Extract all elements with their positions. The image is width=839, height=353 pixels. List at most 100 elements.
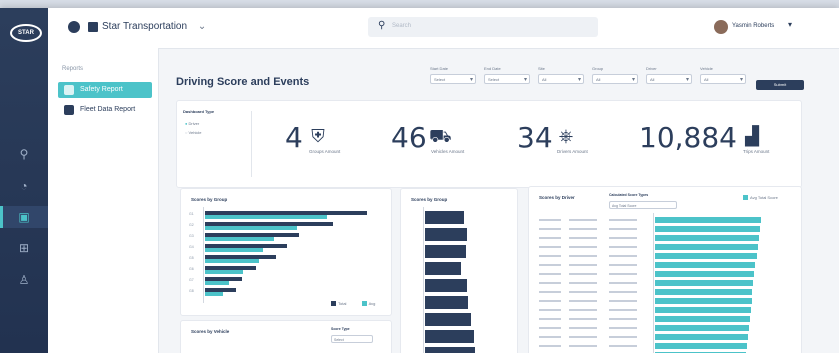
filter-label: Vehicle	[700, 66, 713, 71]
category-tick: G2	[189, 223, 194, 227]
company-selector[interactable]: Star Transportation ⌄	[102, 21, 206, 32]
radio-icon: ○	[185, 130, 188, 135]
chart-bar[interactable]	[425, 211, 464, 224]
score-type-dropdown[interactable]: Select	[331, 335, 373, 343]
category-tick: G4	[189, 245, 194, 249]
sidebar-item-safety-report[interactable]: Safety Report	[58, 82, 152, 98]
row-label-placeholder	[539, 237, 561, 239]
row-label-placeholder	[569, 336, 597, 338]
chart-bar[interactable]	[655, 235, 759, 241]
stat-groups: 4 ⛨ Groups Amount	[285, 121, 385, 175]
stat-label: Drivers Amount	[557, 149, 588, 154]
scores-by-group-vertical-card: Scores by Group	[400, 188, 518, 353]
row-label-placeholder	[609, 237, 637, 239]
chart-bar[interactable]	[655, 316, 751, 322]
filter-end-date[interactable]: End Date Select	[484, 66, 530, 85]
chart-bar[interactable]	[425, 228, 467, 241]
filter-label: Start Date	[430, 66, 449, 71]
radio-label: Vehicle	[188, 130, 202, 135]
route-icon[interactable]: ⚲	[16, 146, 32, 162]
submit-button[interactable]: Submit	[756, 80, 804, 90]
sidebar-item-label: Safety Report	[80, 86, 123, 93]
search-box[interactable]: ⚲ Search	[368, 17, 598, 37]
chart-bar[interactable]	[655, 217, 761, 223]
search-icon: ⚲	[378, 20, 386, 31]
chart-bar[interactable]	[655, 343, 747, 349]
panel-title: Scores by Group	[411, 197, 448, 202]
filter-start-date[interactable]: Start Date Select	[430, 66, 476, 85]
legend-label: Avg	[368, 301, 376, 306]
chart-bar[interactable]	[205, 292, 224, 296]
chart-bar[interactable]	[205, 215, 328, 219]
filter-select[interactable]: All	[700, 74, 746, 85]
row-label-placeholder	[539, 291, 561, 293]
user-name[interactable]: Yasmin Roberts	[732, 23, 774, 29]
stat-value: 10,884	[639, 121, 737, 154]
chart-bar[interactable]	[205, 237, 274, 241]
chart-bar[interactable]	[655, 226, 760, 232]
row-label-placeholder	[609, 219, 637, 221]
filter-select[interactable]: All	[592, 74, 638, 85]
chart-bar[interactable]	[425, 279, 467, 292]
chart-bar[interactable]	[425, 262, 462, 275]
chart-bar[interactable]	[655, 298, 753, 304]
panel-title: Scores by Driver	[539, 195, 575, 200]
filter-vehicle[interactable]: Vehicle All	[700, 66, 746, 85]
chart-bar[interactable]	[655, 244, 758, 250]
chart-bar[interactable]	[205, 226, 297, 230]
chart-bar[interactable]	[425, 245, 466, 258]
filter-group[interactable]: Group All	[592, 66, 638, 85]
category-tick: G1	[189, 212, 194, 216]
shield-icon: ⛨	[311, 126, 325, 146]
filter-select[interactable]: Select	[430, 74, 476, 85]
chart-bar[interactable]	[655, 262, 756, 268]
row-label-placeholder	[609, 246, 637, 248]
filter-select[interactable]: Select	[484, 74, 530, 85]
chart-bar[interactable]	[655, 334, 748, 340]
filter-site[interactable]: Site All	[538, 66, 584, 85]
score-type-dropdown[interactable]: Avg Total Score	[609, 201, 677, 209]
chart-bar[interactable]	[655, 253, 757, 259]
legend-label: Total	[338, 301, 347, 306]
sidebar-item-label: Fleet Data Report	[80, 106, 136, 113]
search-input[interactable]: Search	[392, 23, 411, 29]
chart-bar[interactable]	[655, 325, 749, 331]
clock-icon[interactable]: ◔	[16, 178, 32, 194]
row-label-placeholder	[569, 309, 597, 311]
row-label-placeholder	[539, 228, 561, 230]
radio-driver[interactable]: ● Driver	[185, 121, 199, 126]
chart-bar[interactable]	[425, 313, 471, 326]
row-label-placeholder	[569, 318, 597, 320]
chart-bar[interactable]	[655, 289, 753, 295]
chart-bar[interactable]	[205, 248, 264, 252]
chart-bar[interactable]	[425, 347, 476, 353]
chart-bar[interactable]	[655, 307, 752, 313]
sitemap-icon[interactable]: ⊞	[16, 240, 32, 256]
radio-label: Driver	[188, 121, 200, 126]
category-tick: G8	[189, 289, 194, 293]
row-label-placeholder	[539, 309, 561, 311]
category-tick: G5	[189, 256, 194, 260]
user-menu-chevron-icon[interactable]: ▾	[788, 20, 792, 29]
sidebar-item-fleet-data-report[interactable]: Fleet Data Report	[58, 102, 152, 118]
users-icon[interactable]: ♙	[16, 272, 32, 288]
filter-select[interactable]: All	[538, 74, 584, 85]
chart-bar[interactable]	[655, 271, 755, 277]
stat-drivers: 34 ⎈ Drivers Amount	[517, 121, 617, 175]
avatar[interactable]	[714, 20, 728, 34]
chart-bar[interactable]	[205, 281, 230, 285]
row-label-placeholder	[609, 300, 637, 302]
filter-driver[interactable]: Driver All	[646, 66, 692, 85]
reports-icon[interactable]: ▣	[16, 209, 32, 225]
summary-card: Dashboard Type ● Driver ○ Vehicle 4 ⛨ Gr…	[176, 100, 802, 188]
filter-label: Group	[592, 66, 604, 71]
filter-select[interactable]: All	[646, 74, 692, 85]
chart-bar[interactable]	[425, 330, 474, 343]
chart-bar[interactable]	[655, 280, 754, 286]
chart-bar[interactable]	[205, 259, 259, 263]
panel-title: Scores by Vehicle	[191, 329, 230, 334]
chart-bar[interactable]	[205, 270, 244, 274]
row-label-placeholder	[569, 228, 597, 230]
chart-bar[interactable]	[425, 296, 469, 309]
radio-vehicle[interactable]: ○ Vehicle	[185, 130, 201, 135]
